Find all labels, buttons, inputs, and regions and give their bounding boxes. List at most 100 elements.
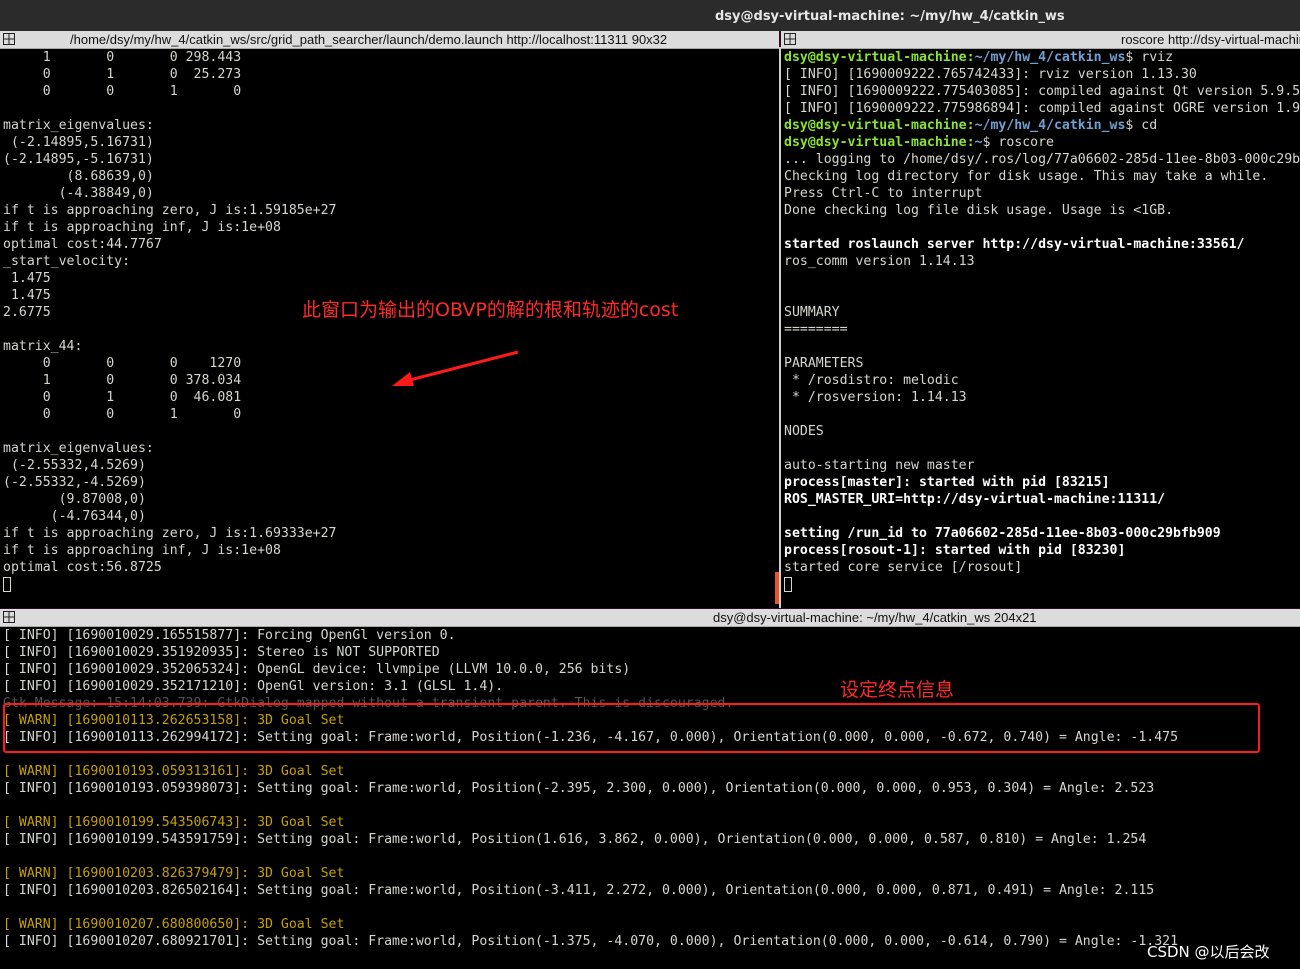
goal-annotation: 设定终点信息 — [840, 679, 955, 701]
terminal-line: process[master]: started with pid [83215… — [784, 475, 1110, 490]
prompt-path: ~ — [974, 135, 983, 150]
prompt-command: $ cd — [1125, 118, 1158, 133]
bottom-pane-title: dsy@dsy-virtual-machine: ~/my/hw_4/catki… — [713, 610, 1037, 625]
right-pane-title-bar[interactable]: roscore http://dsy-virtual-machine — [781, 31, 1300, 49]
terminal-line: 0 0 1 0 — [3, 407, 242, 422]
pane-resize-handle[interactable] — [775, 572, 779, 604]
terminal-line: [ INFO] [1690009222.775986894]: compiled… — [784, 101, 1300, 116]
info-line — [3, 797, 1178, 814]
terminal-line: NODES — [784, 424, 824, 439]
terminal-line: started core service [/rosout] — [784, 560, 1023, 575]
terminal-line: (-2.55332,-4.5269) — [3, 475, 146, 490]
grid-icon[interactable] — [3, 33, 15, 45]
warn-line: [ WARN] [1690010207.680800650]: 3D Goal … — [3, 917, 345, 932]
terminal-line: matrix_eigenvalues: — [3, 118, 154, 133]
terminal-line: dsy@dsy-virtual-machine:~/my/hw_4/catkin… — [784, 49, 1300, 66]
terminal-line: (-2.14895,-5.16731) — [3, 152, 154, 167]
left-pane-title: /home/dsy/my/hw_4/catkin_ws/src/grid_pat… — [70, 32, 668, 47]
terminal-line: _start_velocity: — [3, 254, 131, 269]
window-title-bar[interactable]: dsy@dsy-virtual-machine: ~/my/hw_4/catki… — [0, 0, 1300, 31]
info-line: [ INFO] [1690010193.059398073]: Setting … — [3, 781, 1155, 796]
info-line: [ INFO] [1690010199.543591759]: Setting … — [3, 832, 1147, 847]
info-line: [ INFO] [1690010029.352171210]: OpenGl v… — [3, 679, 504, 694]
bottom-terminal[interactable]: [ INFO] [1690010029.165515877]: Forcing … — [0, 627, 1300, 969]
terminal-line: 1.475 — [3, 271, 51, 286]
prompt-user: dsy@dsy-virtual-machine: — [784, 135, 975, 150]
terminal-line: 0 0 0 1270 — [3, 356, 242, 371]
terminal-line: optimal cost:44.7767 — [3, 237, 162, 252]
terminal-line: matrix_44: — [3, 339, 83, 354]
terminal-line: [ INFO] [1690009222.765742433]: rviz ver… — [784, 67, 1197, 82]
terminal-line: (-2.14895,5.16731) — [3, 135, 154, 150]
terminal-line: (8.68639,0) — [3, 169, 154, 184]
terminal-line: 1.475 — [3, 288, 51, 303]
terminal-line: Done checking log file disk usage. Usage… — [784, 203, 1174, 218]
info-line — [3, 899, 1178, 916]
prompt-command: $ rviz — [1125, 50, 1174, 65]
prompt-path: ~/my/hw_4/catkin_ws — [974, 118, 1126, 133]
terminal-cursor — [3, 576, 11, 592]
terminal-line: dsy@dsy-virtual-machine:~/my/hw_4/catkin… — [784, 117, 1300, 134]
grid-icon[interactable] — [3, 611, 15, 623]
terminal-line: Checking log directory for disk usage. T… — [784, 169, 1269, 184]
terminal-line: 0 1 0 25.273 — [3, 67, 242, 82]
terminal-line: setting /run_id to 77a06602-285d-11ee-8b… — [784, 526, 1221, 541]
info-line: [ INFO] [1690010029.165515877]: Forcing … — [3, 628, 456, 643]
terminal-line: * /rosversion: 1.14.13 — [784, 390, 967, 405]
right-pane-title: roscore http://dsy-virtual-machine — [1121, 32, 1300, 47]
terminal-line: PARAMETERS — [784, 356, 864, 371]
terminal-line: 1 0 0 298.443 — [3, 50, 242, 65]
terminal-line: * /rosdistro: melodic — [784, 373, 959, 388]
info-line: [ INFO] [1690010029.351920935]: Stereo i… — [3, 645, 440, 660]
terminal-line: matrix_eigenvalues: — [3, 441, 154, 456]
prompt-path: ~/my/hw_4/catkin_ws — [974, 50, 1126, 65]
terminal-line: 2.6775 — [3, 305, 51, 320]
annotation-arrow — [392, 350, 519, 386]
terminal-line: (9.87008,0) — [3, 492, 146, 507]
terminal-line: optimal cost:56.8725 — [3, 560, 162, 575]
terminal-line: (-2.55332,4.5269) — [3, 458, 146, 473]
terminal-line: 0 1 0 46.081 — [3, 390, 242, 405]
right-terminal-output: dsy@dsy-virtual-machine:~/my/hw_4/catkin… — [784, 49, 1300, 593]
prompt-user: dsy@dsy-virtual-machine: — [784, 118, 975, 133]
left-pane-title-bar[interactable]: /home/dsy/my/hw_4/catkin_ws/src/grid_pat… — [0, 31, 779, 49]
terminal-line: [ INFO] [1690009222.775403085]: compiled… — [784, 84, 1300, 99]
warn-line: [ WARN] [1690010193.059313161]: 3D Goal … — [3, 764, 345, 779]
terminal-line: if t is approaching inf, J is:1e+08 — [3, 543, 281, 558]
terminal-line: auto-starting new master — [784, 458, 975, 473]
terminal-line: if t is approaching inf, J is:1e+08 — [3, 220, 281, 235]
terminal-cursor — [784, 576, 792, 592]
info-line: [ INFO] [1690010029.352065324]: OpenGL d… — [3, 662, 631, 677]
terminal-prompt-line — [784, 576, 1300, 593]
right-terminal[interactable]: dsy@dsy-virtual-machine:~/my/hw_4/catkin… — [781, 49, 1300, 608]
terminal-prompt-line — [3, 576, 336, 593]
terminal-line: (-4.76344,0) — [3, 509, 146, 524]
bottom-pane-title-bar[interactable]: dsy@dsy-virtual-machine: ~/my/hw_4/catki… — [0, 609, 1300, 627]
window-title: dsy@dsy-virtual-machine: ~/my/hw_4/catki… — [715, 9, 1065, 24]
terminal-line: if t is approaching zero, J is:1.59185e+… — [3, 203, 337, 218]
info-line: [ INFO] [1690010207.680921701]: Setting … — [3, 934, 1179, 949]
terminal-line: dsy@dsy-virtual-machine:~$ roscore — [784, 134, 1300, 151]
bottom-terminal-output: [ INFO] [1690010029.165515877]: Forcing … — [3, 627, 1178, 950]
csdn-watermark: CSDN @以后会改 — [1147, 943, 1270, 961]
terminal-line: 1 0 0 378.034 — [3, 373, 242, 388]
terminal-line: SUMMARY — [784, 305, 840, 320]
obvp-annotation: 此窗口为输出的OBVP的解的根和轨迹的cost — [302, 299, 679, 321]
left-terminal[interactable]: 1 0 0 298.443 0 1 0 25.273 0 0 1 0 matrix… — [0, 49, 779, 608]
terminal-line: ros_comm version 1.14.13 — [784, 254, 975, 269]
grid-icon[interactable] — [784, 33, 796, 45]
pane-divider[interactable] — [779, 47, 781, 608]
terminal-line: Press Ctrl-C to interrupt — [784, 186, 983, 201]
left-terminal-output: 1 0 0 298.443 0 1 0 25.273 0 0 1 0 matrix… — [3, 49, 336, 593]
terminal-line: if t is approaching zero, J is:1.69333e+… — [3, 526, 337, 541]
